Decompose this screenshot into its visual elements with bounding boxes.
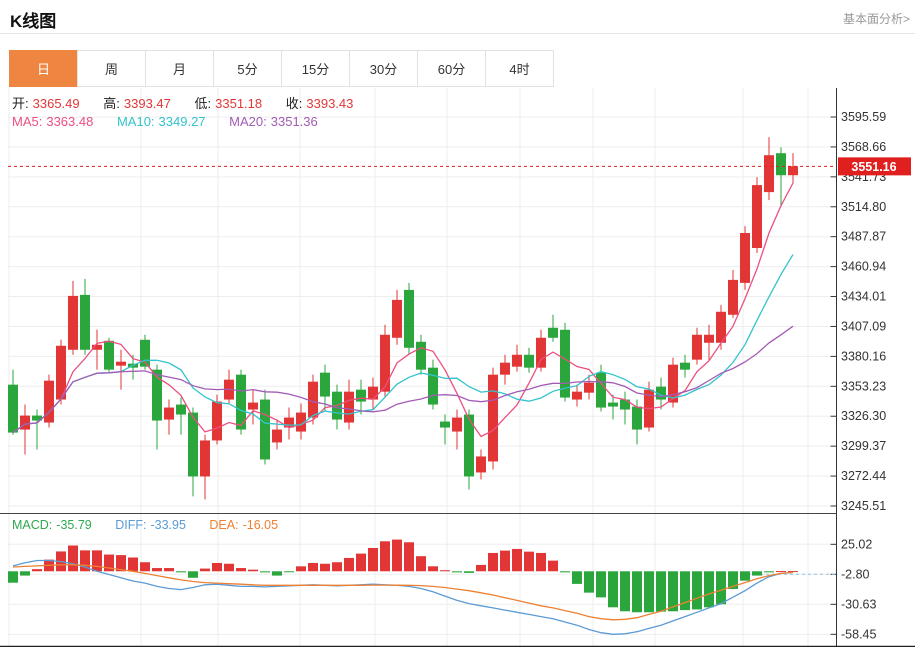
- svg-text:-30.63: -30.63: [841, 597, 876, 611]
- svg-text:3434.01: 3434.01: [841, 290, 886, 304]
- macd-chart-canvas[interactable]: 25.02 -2.80 -30.63 -58.45: [0, 513, 915, 647]
- ma5-value: 3363.48: [46, 114, 93, 129]
- svg-text:3299.37: 3299.37: [841, 439, 886, 453]
- ma10-label: MA10:: [117, 114, 155, 129]
- open-value: 3365.49: [33, 96, 80, 111]
- page-title: K线图: [10, 7, 56, 32]
- high-value: 3393.47: [124, 96, 171, 111]
- tab-15min[interactable]: 15分: [281, 50, 350, 87]
- tab-day[interactable]: 日: [9, 50, 78, 87]
- ma-readout: MA5: 3363.48 MA10: 3349.27 MA20: 3351.36: [12, 114, 338, 129]
- tab-5min[interactable]: 5分: [213, 50, 282, 87]
- tab-week[interactable]: 周: [77, 50, 146, 87]
- svg-text:3272.44: 3272.44: [841, 469, 886, 483]
- svg-text:3595.59: 3595.59: [841, 110, 886, 124]
- svg-text:25.02: 25.02: [841, 537, 872, 551]
- svg-text:3551.16: 3551.16: [851, 160, 896, 174]
- svg-text:3245.51: 3245.51: [841, 499, 886, 513]
- high-label: 高:: [103, 96, 120, 111]
- diff-label: DIFF:: [115, 518, 146, 532]
- svg-text:3487.87: 3487.87: [841, 230, 886, 244]
- svg-text:-2.80: -2.80: [841, 567, 870, 581]
- ohlc-readout: 开: 3365.49 高: 3393.47 低:3351.18 收:3393.43: [12, 93, 373, 112]
- tab-60min[interactable]: 60分: [417, 50, 486, 87]
- close-value: 3393.43: [306, 96, 353, 111]
- svg-text:3568.66: 3568.66: [841, 140, 886, 154]
- title-separator: [0, 33, 915, 34]
- ma5-label: MA5:: [12, 114, 42, 129]
- close-label: 收:: [286, 96, 303, 111]
- low-value: 3351.18: [215, 96, 262, 111]
- diff-value: -33.95: [150, 518, 185, 532]
- ma20-label: MA20:: [229, 114, 267, 129]
- svg-text:3407.09: 3407.09: [841, 319, 886, 333]
- period-tabbar: 日 周 月 5分 15分 30分 60分 4时: [10, 50, 554, 87]
- svg-text:3380.16: 3380.16: [841, 349, 886, 363]
- svg-text:3514.80: 3514.80: [841, 200, 886, 214]
- tab-4hour[interactable]: 4时: [485, 50, 554, 87]
- open-label: 开:: [12, 96, 29, 111]
- macd-value: -35.79: [56, 518, 91, 532]
- ma20-value: 3351.36: [271, 114, 318, 129]
- tab-30min[interactable]: 30分: [349, 50, 418, 87]
- low-label: 低:: [195, 96, 212, 111]
- svg-text:3326.30: 3326.30: [841, 409, 886, 423]
- svg-text:3460.94: 3460.94: [841, 260, 886, 274]
- macd-label: MACD:: [12, 518, 52, 532]
- fundamental-analysis-link[interactable]: 基本面分析>: [843, 10, 910, 27]
- macd-readout: MACD: -35.79 DIFF: -33.95 DEA: -16.05: [12, 518, 298, 532]
- dea-value: -16.05: [243, 518, 278, 532]
- main-chart-canvas[interactable]: 3595.593568.663541.733514.803487.873460.…: [0, 88, 915, 518]
- dea-label: DEA:: [209, 518, 238, 532]
- svg-text:3353.23: 3353.23: [841, 379, 886, 393]
- ma10-value: 3349.27: [159, 114, 206, 129]
- svg-text:-58.45: -58.45: [841, 627, 876, 641]
- tab-month[interactable]: 月: [145, 50, 214, 87]
- kline-widget: K线图 基本面分析> 日 周 月 5分 15分 30分 60分 4时 开: 336…: [0, 0, 915, 647]
